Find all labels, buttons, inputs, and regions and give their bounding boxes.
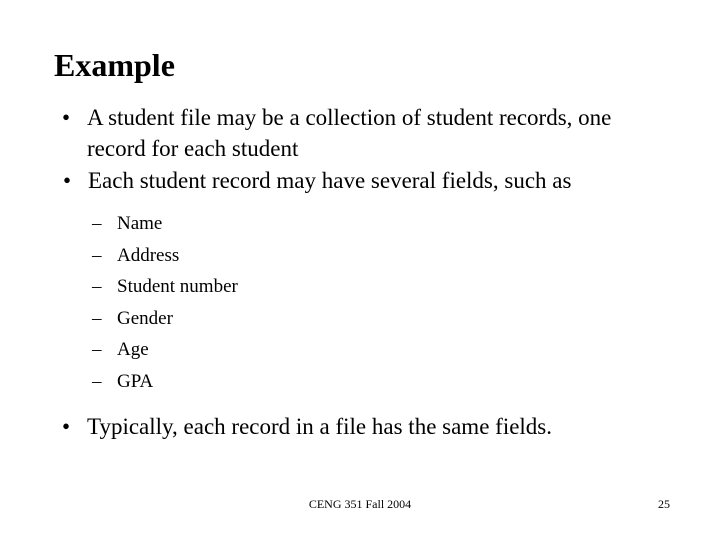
closing-bullet-list: • Typically, each record in a file has t…: [48, 411, 672, 442]
list-item-label: Gender: [117, 307, 173, 329]
list-item-label: Typically, each record in a file has the…: [87, 414, 553, 439]
bullet-dash-icon: –: [92, 276, 102, 297]
slide-body: • A student file may be a collection of …: [48, 102, 672, 443]
list-item: – Student number: [48, 271, 672, 303]
list-item: • Each student record may have several f…: [48, 165, 672, 196]
list-item: – Age: [48, 334, 672, 366]
page-title: Example: [54, 47, 175, 83]
page-number: 25: [658, 497, 670, 511]
list-item: – GPA: [48, 366, 672, 398]
footer: CENG 351 Fall 2004: [0, 496, 720, 512]
list-item: – Address: [48, 240, 672, 272]
list-item: • A student file may be a collection of …: [48, 102, 672, 164]
list-item-label: Name: [117, 213, 163, 234]
list-item-label: Student number: [117, 276, 238, 297]
list-item-label: Age: [117, 339, 149, 360]
bullet-dot-icon: •: [63, 168, 72, 193]
bullet-dash-icon: –: [92, 244, 102, 266]
top-level-bullet-list: • A student file may be a collection of …: [48, 102, 672, 196]
sub-bullet-list: – Name – Address – Student number – Gend…: [48, 208, 672, 397]
list-item-label: Each student record may have several fie…: [88, 168, 572, 193]
footer-note: CENG 351 Fall 2004: [308, 497, 412, 511]
bullet-dot-icon: •: [62, 105, 71, 130]
list-item: • Typically, each record in a file has t…: [48, 411, 672, 442]
bullet-dot-icon: •: [62, 414, 71, 439]
bullet-dash-icon: –: [92, 307, 102, 329]
list-item-label: A student file may be a collection of st…: [87, 105, 612, 161]
slide-canvas: Example • A student file may be a collec…: [0, 0, 720, 540]
list-item-label: GPA: [117, 370, 154, 392]
list-item: – Name: [48, 208, 672, 240]
bullet-dash-icon: –: [92, 339, 102, 360]
bullet-dash-icon: –: [92, 213, 102, 234]
list-item-label: Address: [117, 244, 180, 266]
list-item: – Gender: [48, 303, 672, 335]
bullet-dash-icon: –: [92, 370, 102, 392]
